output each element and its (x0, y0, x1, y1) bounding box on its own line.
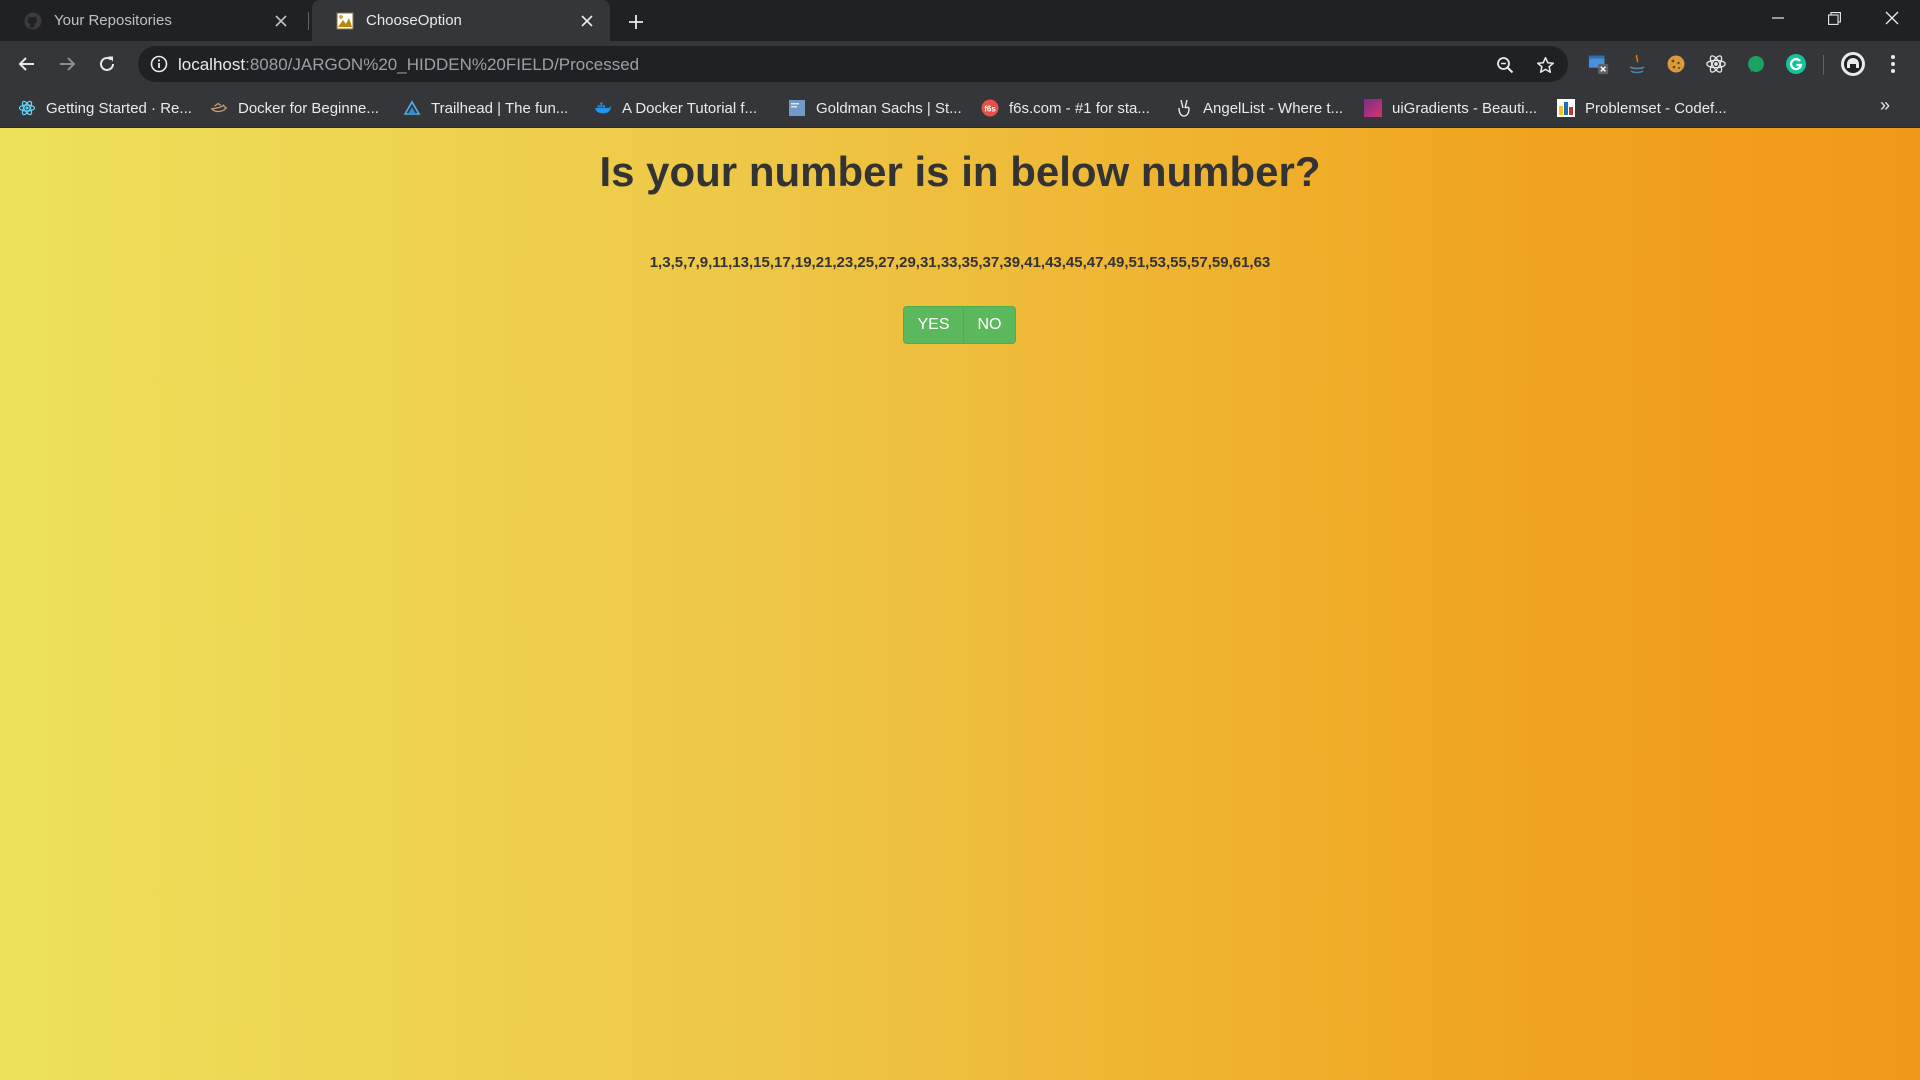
tab-title: ChooseOption (366, 12, 462, 29)
extension-green-dot-icon[interactable] (1745, 53, 1767, 75)
reload-icon (100, 56, 114, 71)
goldman-sachs-icon (788, 99, 806, 117)
bookmark-label: f6s.com - #1 for sta... (1009, 99, 1150, 117)
extension-grammarly-icon[interactable] (1785, 53, 1807, 75)
browser-menu-icon[interactable] (1882, 53, 1904, 75)
close-tab-icon[interactable] (270, 10, 292, 32)
extension-cookie-icon[interactable] (1665, 53, 1687, 75)
address-bar[interactable]: localhost:8080/JARGON%20_HIDDEN%20FIELD/… (138, 46, 1568, 82)
bookmark-label: Getting Started · Re... (46, 99, 192, 117)
close-icon (1885, 11, 1899, 25)
tab-your-repositories[interactable]: Your Repositories (0, 0, 304, 41)
tab-choose-option[interactable]: ChooseOption (312, 0, 610, 41)
browser-toolbar: localhost:8080/JARGON%20_HIDDEN%20FIELD/… (0, 41, 1920, 87)
bookmark-docker-beginners[interactable]: Docker for Beginne... (210, 97, 379, 119)
github-icon (24, 12, 42, 29)
f6s-icon: f6s (981, 99, 999, 117)
docker-icon (210, 99, 228, 117)
url-path: :8080/JARGON%20_HIDDEN%20FIELD/Processed (245, 55, 640, 74)
info-icon[interactable] (150, 55, 168, 78)
restore-button[interactable] (1806, 0, 1862, 36)
url-text[interactable]: localhost:8080/JARGON%20_HIDDEN%20FIELD/… (178, 55, 639, 75)
bookmark-label: Trailhead | The fun... (431, 99, 569, 117)
yes-button[interactable]: YES (903, 306, 964, 344)
angellist-icon (1175, 99, 1193, 117)
toolbar-separator (1823, 55, 1824, 75)
url-host: localhost (178, 55, 246, 74)
extension-tab-manager-icon[interactable] (1588, 53, 1610, 75)
uigradients-icon (1364, 99, 1382, 117)
bookmark-label: AngelList - Where t... (1203, 99, 1344, 117)
bookmark-codeforces[interactable]: Problemset - Codef... (1557, 97, 1727, 119)
extension-java-icon[interactable] (1626, 53, 1648, 75)
tab-separator (308, 12, 309, 30)
bookmark-star-icon[interactable] (1534, 54, 1556, 76)
close-window-button[interactable] (1864, 0, 1920, 36)
tab-strip: Your Repositories ChooseOption (0, 0, 1920, 41)
back-button[interactable] (11, 48, 43, 80)
profile-avatar-icon[interactable] (1840, 51, 1866, 77)
docker-whale-icon (594, 99, 612, 117)
minimize-icon (1772, 17, 1784, 19)
bookmark-angellist[interactable]: AngelList - Where t... (1175, 97, 1343, 119)
bookmark-label: Goldman Sachs | St... (816, 99, 962, 117)
bookmarks-overflow-button[interactable]: » (1880, 95, 1890, 116)
bookmarks-bar: Getting Started · Re... Docker for Begin… (0, 87, 1920, 128)
close-tab-icon[interactable] (576, 10, 598, 32)
react-icon (18, 99, 36, 117)
restore-icon (1827, 11, 1841, 25)
extension-react-devtools-icon[interactable] (1705, 53, 1727, 75)
forward-button[interactable] (51, 48, 83, 80)
bookmark-label: A Docker Tutorial f... (622, 99, 758, 117)
bookmark-goldman-sachs[interactable]: Goldman Sachs | St... (788, 97, 962, 119)
bookmark-label: Problemset - Codef... (1585, 99, 1727, 117)
bookmark-docker-tutorial[interactable]: A Docker Tutorial f... (594, 97, 757, 119)
tab-title: Your Repositories (54, 12, 172, 29)
number-list: 1,3,5,7,9,11,13,15,17,19,21,23,25,27,29,… (649, 254, 1271, 271)
svg-text:f6s: f6s (984, 105, 996, 114)
bookmark-f6s[interactable]: f6s f6s.com - #1 for sta... (981, 97, 1150, 119)
reload-button[interactable] (91, 48, 123, 80)
bookmark-uigradients[interactable]: uiGradients - Beauti... (1364, 97, 1537, 119)
arrow-left-icon (18, 57, 34, 71)
minimize-button[interactable] (1750, 0, 1806, 36)
new-tab-button[interactable] (622, 8, 650, 36)
arrow-right-icon (60, 57, 76, 71)
bookmark-label: Docker for Beginne... (238, 99, 379, 117)
zoom-icon[interactable] (1494, 54, 1516, 76)
plus-icon (629, 15, 643, 29)
page-favicon-icon (336, 12, 354, 29)
page-content: Is your number is in below number? 1,3,5… (0, 128, 1920, 1080)
answer-button-group: YES NO (903, 306, 1016, 344)
bookmark-label: uiGradients - Beauti... (1392, 99, 1538, 117)
trailhead-icon (403, 99, 421, 117)
codeforces-icon (1557, 99, 1575, 117)
bookmark-trailhead[interactable]: Trailhead | The fun... (403, 97, 568, 119)
no-button[interactable]: NO (963, 306, 1016, 344)
bookmark-getting-started[interactable]: Getting Started · Re... (18, 97, 192, 119)
page-title: Is your number is in below number? (599, 148, 1321, 195)
